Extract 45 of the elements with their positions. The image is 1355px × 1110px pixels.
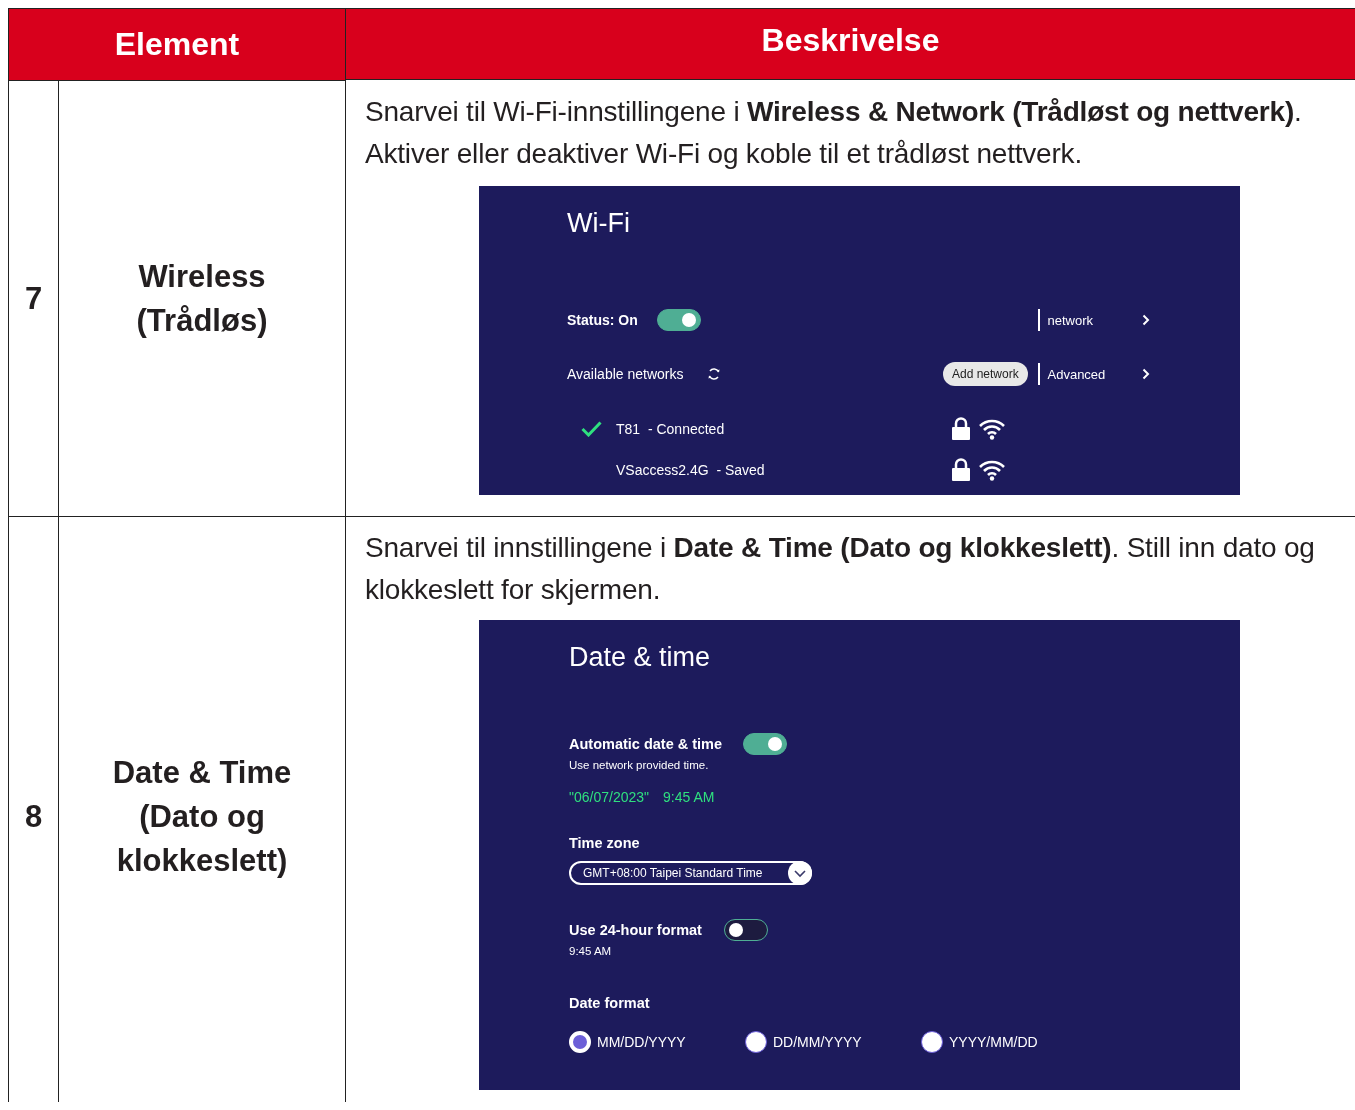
automatic-date-time-label: Automatic date & time (569, 736, 724, 752)
hint-text: Use network provided time. (569, 758, 709, 773)
date-format-label: Date format (569, 994, 650, 1013)
lock-icon (952, 417, 970, 440)
description-text: Snarvei til Wi-Fi-innstillingene i Wireless & Network (Trådløst og nettverk). Aktiver eller deaktiver Wi-Fi og koble til et trådløst nettverk. (365, 95, 1303, 171)
time-zone-dropdown[interactable]: GMT+08:00 Taipei Standard Time (569, 861, 812, 885)
radio-button[interactable] (921, 1031, 943, 1053)
element-name: (Trådløs) (136, 301, 268, 340)
element-name: Date & Time (112, 753, 292, 792)
time-zone-label: Time zone (569, 834, 640, 853)
row-number: 8 (24, 798, 43, 835)
status-label: Status: On (567, 312, 638, 328)
row-number: 7 (24, 280, 43, 317)
24-hour-format-label: Use 24-hour format (569, 922, 703, 938)
element-name: (Dato og (139, 797, 265, 836)
screen-title: Wi-Fi (567, 207, 630, 240)
element-name: klokkeslett) (116, 841, 288, 880)
caret-icon (788, 861, 812, 885)
advanced-link[interactable]: Advanced (1047, 366, 1142, 382)
available-networks-label: Available networks (567, 366, 684, 382)
column-header: Beskrivelse (346, 9, 1355, 80)
wifi-icon (978, 458, 1006, 481)
screen-title: Date & time (569, 641, 711, 674)
network-link[interactable]: network (1047, 312, 1142, 328)
network-name[interactable]: VSaccess2.4G - Saved (616, 461, 952, 478)
current-time: 9:45 AM (663, 789, 715, 805)
column-header: Element (9, 9, 346, 81)
date-format-option[interactable]: MM/DD/YYYY (597, 1034, 686, 1050)
radio-button[interactable] (745, 1031, 767, 1053)
add-network-button[interactable]: Add network (943, 362, 1028, 386)
time-preview: 9:45 AM (569, 944, 612, 959)
network-name[interactable]: T81 - Connected (616, 420, 952, 437)
status-toggle[interactable] (656, 309, 701, 331)
current-date: "06/07/2023" (569, 789, 649, 805)
description-text: Snarvei til innstillingene i Date & Time (Dato og klokkeslett). Still inn dato og klokkeslett for skjermen. (365, 531, 1316, 607)
chevron-right-icon (1141, 314, 1150, 326)
chevron-right-icon (1141, 368, 1150, 380)
wifi-icon (978, 417, 1006, 440)
refresh-icon[interactable] (707, 367, 722, 381)
date-format-option[interactable]: YYYY/MM/DD (949, 1034, 1038, 1050)
date-format-option[interactable]: DD/MM/YYYY (773, 1034, 862, 1050)
automatic-date-time-toggle[interactable] (743, 733, 787, 755)
lock-icon (952, 458, 970, 481)
24-hour-format-toggle[interactable] (724, 919, 768, 941)
element-name: Wireless (138, 257, 266, 296)
